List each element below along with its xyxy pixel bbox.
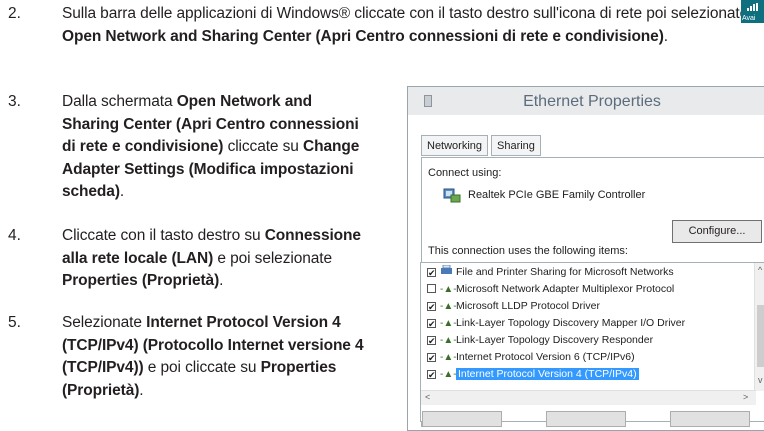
manual-page: 2. Sulla barra delle applicazioni di Win… (0, 0, 764, 431)
item-label: Microsoft LLDP Protocol Driver (456, 300, 600, 312)
properties-button[interactable] (670, 411, 750, 427)
uninstall-button[interactable] (546, 411, 626, 427)
configure-button-label: Configure... (688, 225, 746, 237)
connect-using-label: Connect using: (428, 167, 502, 179)
protocol-icon: -▲- (440, 352, 457, 363)
adapter-name: Realtek PCIe GBE Family Controller (468, 189, 646, 201)
step-number: 2. (8, 5, 21, 22)
step-2-text-b: poi selezionate (642, 5, 749, 22)
step-number: 5. (8, 314, 21, 331)
dialog-title-bar: Ethernet Properties (408, 87, 764, 115)
step-4-text-a: Cliccate con il tasto destro su (62, 227, 265, 244)
protocol-icon: -▲- (440, 369, 457, 380)
list-item[interactable]: ✔ -▲-Microsoft LLDP Protocol Driver (427, 299, 600, 314)
tab-sharing-label: Sharing (497, 140, 535, 152)
step-2-bold-b: Open Network and Sharing Center (Apri Ce… (62, 27, 664, 45)
step-3-text-c: . (119, 183, 125, 200)
item-label: Microsoft Network Adapter Multiplexor Pr… (456, 283, 675, 295)
step-3-text: Dalla schermata Open Network and Sharing… (62, 91, 362, 204)
tab-divider (421, 157, 764, 158)
scroll-thumb[interactable] (757, 305, 764, 367)
list-item[interactable]: ✔ File and Printer Sharing for Microsoft … (427, 264, 674, 280)
checkbox-checked[interactable]: ✔ (427, 268, 436, 278)
step-5-text-a: Selezionate (62, 314, 147, 331)
item-label: Link-Layer Topology Discovery Mapper I/O… (456, 317, 686, 329)
scroll-right-icon[interactable]: > (743, 392, 748, 402)
step-2-text-c: . (663, 27, 668, 45)
list-item[interactable]: ✔ -▲-Link-Layer Topology Discovery Respon… (427, 333, 653, 348)
tab-networking-label: Networking (427, 140, 483, 152)
network-adapter-icon (443, 188, 461, 203)
scroll-up-icon[interactable]: ^ (758, 265, 762, 275)
bottom-buttons (420, 411, 764, 427)
step-3-text-a: Dalla schermata (62, 93, 177, 110)
checkbox-checked[interactable]: ✔ (427, 336, 436, 346)
step-5-text-b: e poi cliccate su (143, 359, 261, 376)
dialog-title: Ethernet Properties (523, 93, 661, 110)
item-label: File and Printer Sharing for Microsoft N… (456, 266, 674, 278)
items-list[interactable]: ✔ File and Printer Sharing for Microsoft … (420, 262, 764, 422)
horizontal-scrollbar[interactable]: < > (421, 390, 756, 405)
protocol-icon: -▲- (440, 335, 457, 346)
printer-share-icon (441, 264, 452, 274)
network-icon-label: Avai (742, 15, 756, 22)
scroll-down-icon[interactable]: v (758, 375, 763, 385)
tab-networking[interactable]: Networking (421, 135, 488, 156)
item-label: Internet Protocol Version 4 (TCP/IPv4) (456, 368, 639, 380)
step-3-text-b: cliccate su (223, 138, 304, 155)
checkbox-unchecked[interactable] (427, 284, 436, 293)
items-label: This connection uses the following items… (428, 245, 628, 257)
list-item[interactable]: ✔ -▲-Internet Protocol Version 6 (TCP/IPv… (427, 350, 635, 365)
item-label: Internet Protocol Version 6 (TCP/IPv6) (456, 351, 635, 363)
step-2-text: Sulla barra delle applicazioni di Window… (62, 3, 764, 48)
vertical-scrollbar[interactable]: ^ v (754, 263, 764, 391)
network-tray-icon: Avai (741, 0, 764, 23)
step-5-text: Selezionate Internet Protocol Version 4 … (62, 312, 382, 402)
step-5-text-c: . (139, 381, 144, 399)
step-2-text-a: Sulla barra delle applicazioni di Window… (62, 5, 643, 22)
list-item[interactable]: -▲-Microsoft Network Adapter Multiplexor… (427, 282, 674, 297)
step-number: 4. (8, 227, 21, 244)
install-button[interactable] (422, 411, 502, 427)
item-label: Link-Layer Topology Discovery Responder (456, 334, 654, 346)
checkbox-checked[interactable]: ✔ (427, 302, 436, 312)
checkbox-checked[interactable]: ✔ (427, 353, 436, 363)
protocol-icon: -▲- (440, 284, 457, 295)
protocol-icon: -▲- (440, 318, 457, 329)
step-4-text: Cliccate con il tasto destro su Connessi… (62, 225, 382, 293)
checkbox-checked[interactable]: ✔ (427, 370, 436, 380)
checkbox-checked[interactable]: ✔ (427, 319, 436, 329)
list-item[interactable]: ✔ -▲-Link-Layer Topology Discovery Mapper… (427, 316, 685, 331)
configure-button[interactable]: Configure... (672, 220, 762, 243)
step-4-bold-b: Properties (Proprietà) (62, 272, 220, 289)
protocol-icon: -▲- (440, 301, 457, 312)
step-4-text-c: . (219, 272, 224, 289)
step-number: 3. (8, 93, 21, 110)
list-item-selected[interactable]: ✔ -▲-Internet Protocol Version 4 (TCP/IPv… (427, 367, 639, 382)
scroll-left-icon[interactable]: < (425, 392, 430, 402)
window-icon (424, 95, 432, 107)
tab-sharing[interactable]: Sharing (491, 135, 541, 156)
signal-bars-icon (747, 3, 759, 11)
step-4-text-b: e poi selezionate (213, 249, 332, 267)
